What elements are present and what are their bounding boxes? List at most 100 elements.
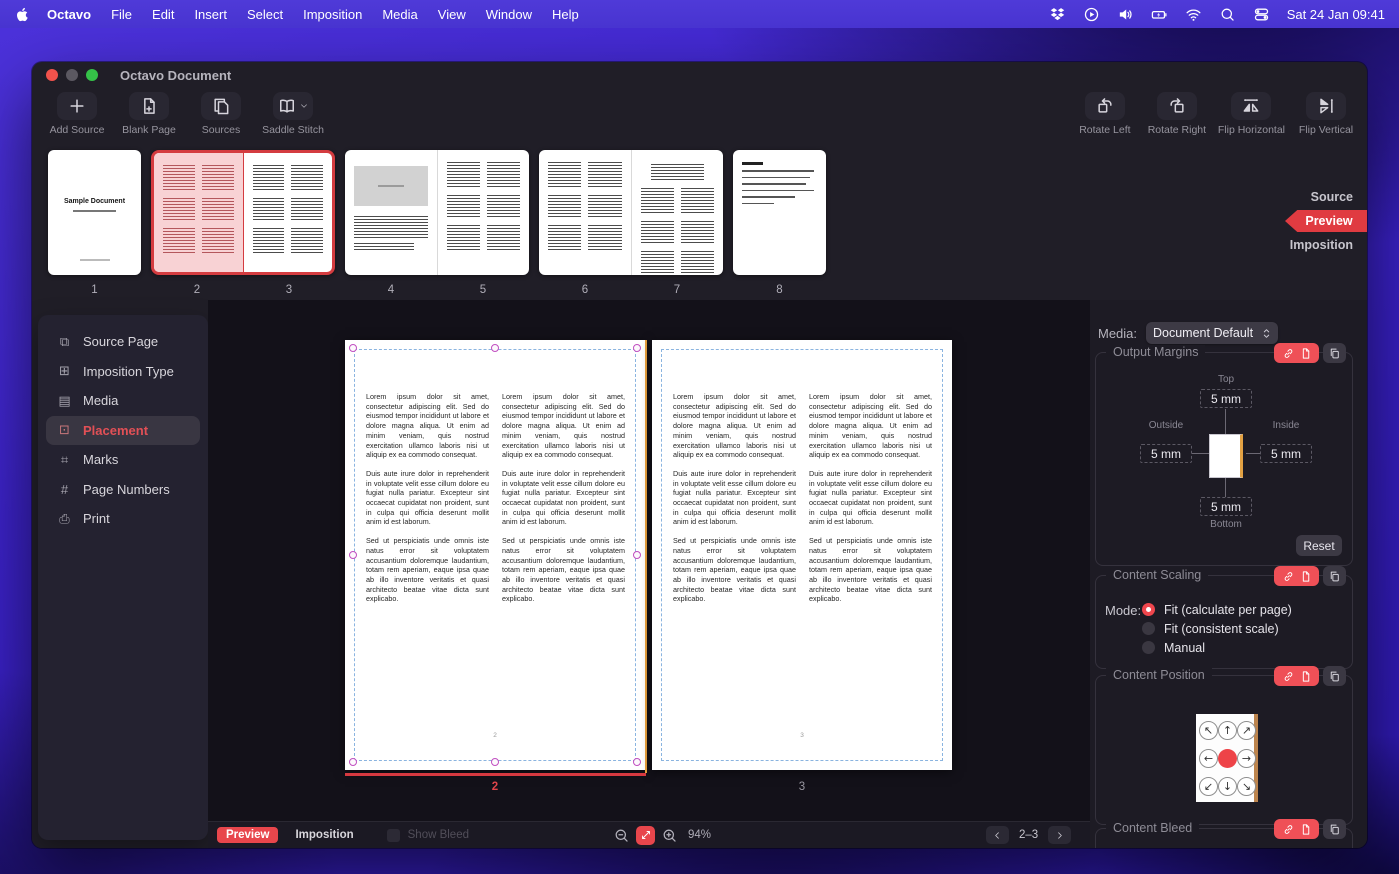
thumbnail-page [345,150,437,275]
menu-item[interactable]: Media [372,7,427,22]
thumbnail[interactable]: 45 [345,150,529,296]
position-down-button[interactable]: ↓ [1218,776,1237,796]
link-pages-toggle[interactable] [1274,666,1319,686]
dropbox-icon[interactable] [1049,6,1066,23]
sidebar-item[interactable]: ⧉ Source Page [46,327,200,357]
copy-settings-button[interactable] [1323,566,1346,586]
toolbar-button[interactable]: Rotate Right [1146,92,1208,146]
zoom-button[interactable] [86,69,98,81]
inside-margin-field[interactable]: 5 mm [1260,444,1312,463]
position-down-left-button[interactable]: ↙ [1199,776,1218,796]
sidebar-item[interactable]: ⌗ Marks [46,445,200,475]
toolbar-button[interactable]: Rotate Left [1074,92,1136,146]
prev-spread-button[interactable] [986,826,1009,844]
toolbar-button[interactable]: Saddle Stitch [262,92,324,146]
copy-settings-button[interactable] [1323,666,1346,686]
selection-handle[interactable] [633,758,641,766]
selection-handle[interactable] [633,344,641,352]
thumbnail[interactable]: Sample Document 1 [48,150,141,296]
view-tab[interactable]: Source [1293,186,1367,208]
text-column: Lorem ipsum dolor sit amet, consectetur … [502,392,625,613]
position-down-right-button[interactable]: ↘ [1237,776,1256,796]
selection-handle[interactable] [349,551,357,559]
group-title: Content Scaling [1106,568,1209,582]
position-left-button[interactable]: ← [1199,748,1218,768]
position-up-left-button[interactable]: ↖ [1199,720,1218,740]
menu-item[interactable]: Edit [142,7,184,22]
copy-settings-button[interactable] [1323,819,1346,839]
position-up-right-button[interactable]: ↗ [1237,720,1256,740]
bottom-margin-field[interactable]: 5 mm [1200,497,1252,516]
play-icon[interactable] [1083,6,1100,23]
app-menu-name[interactable]: Octavo [37,7,101,22]
close-button[interactable] [46,69,58,81]
top-margin-field[interactable]: 5 mm [1200,389,1252,408]
thumbnail-cover-title: Sample Document [63,198,126,205]
menu-item[interactable]: Help [542,7,589,22]
scaling-mode-option[interactable]: Manual [1142,638,1292,657]
thumbnail[interactable]: 23 [151,150,335,296]
menu-item[interactable]: Window [476,7,542,22]
zoom-out-icon[interactable] [613,827,630,844]
toolbar-button[interactable]: Flip Vertical [1295,92,1357,146]
sidebar-item[interactable]: # Page Numbers [46,475,200,505]
position-right-button[interactable]: → [1237,748,1256,768]
thumbnail-strip: Sample Document 1 2 3 4 5 6 7 8 [48,150,826,296]
thumbnail[interactable]: 67 [539,150,723,296]
volume-icon[interactable] [1117,6,1134,23]
zoom-in-icon[interactable] [661,827,678,844]
text-column: Lorem ipsum dolor sit amet, consectetur … [673,392,796,613]
selection-handle[interactable] [349,344,357,352]
view-tab[interactable]: Preview [1285,210,1367,232]
link-pages-toggle[interactable] [1274,819,1319,839]
toolbar-button[interactable]: Blank Page [118,92,180,146]
sidebar-item[interactable]: ⎙ Print [46,504,200,534]
menu-item[interactable]: Insert [184,7,237,22]
inspector-panel: Media: Document Default Output Margins T… [1090,300,1367,848]
selection-handle[interactable] [491,344,499,352]
sidebar-item[interactable]: ▤ Media [46,386,200,416]
scaling-mode-option[interactable]: Fit (calculate per page) [1142,600,1292,619]
minimize-button[interactable] [66,69,78,81]
zoom-fit-button[interactable] [636,825,655,845]
show-bleed-checkbox[interactable] [386,828,400,842]
reset-margins-button[interactable]: Reset [1296,535,1342,556]
battery-icon[interactable] [1151,6,1168,23]
copy-settings-button[interactable] [1323,343,1346,363]
selection-handle[interactable] [349,758,357,766]
sidebar-item[interactable]: ⊞ Imposition Type [46,357,200,387]
source-page-icon: ⧉ [59,333,70,349]
position-center-button[interactable] [1218,748,1237,768]
toolbar-button[interactable]: Add Source [46,92,108,146]
menu-clock[interactable]: Sat 24 Jan 09:41 [1287,7,1385,22]
page-range: 2–3 [1019,829,1039,841]
search-icon[interactable] [1219,6,1236,23]
scaling-mode-option[interactable]: Fit (consistent scale) [1142,619,1292,638]
imposition-mode-button[interactable]: Imposition [286,827,362,843]
next-spread-button[interactable] [1048,826,1072,844]
sidebar-item[interactable]: ⊡ Placement [46,415,200,445]
menu-item[interactable]: File [101,7,142,22]
selection-handle[interactable] [491,758,499,766]
link-pages-toggle[interactable] [1274,343,1319,363]
toolbar-button[interactable]: Flip Horizontal [1218,92,1285,146]
selection-handle[interactable] [633,551,641,559]
toolbar-button[interactable]: Sources [190,92,252,146]
outside-margin-field[interactable]: 5 mm [1140,444,1192,463]
preview-page-left[interactable]: Lorem ipsum dolor sit amet, consectetur … [345,340,647,773]
thumbnail[interactable]: 8 [733,150,826,296]
link-icon [1282,347,1295,360]
wifi-icon[interactable] [1185,6,1202,23]
link-pages-toggle[interactable] [1274,566,1319,586]
preview-page-right[interactable]: Lorem ipsum dolor sit amet, consectetur … [652,340,952,770]
menu-item[interactable]: Imposition [293,7,372,22]
control-center-icon[interactable] [1253,6,1270,23]
title-bar: Octavo Document [32,62,1367,88]
apple-icon[interactable] [14,6,31,23]
position-up-button[interactable]: ↑ [1218,720,1237,740]
menu-item[interactable]: View [428,7,476,22]
preview-mode-button[interactable]: Preview [217,827,279,843]
view-tab[interactable]: Imposition [1272,234,1367,256]
menu-item[interactable]: Select [237,7,293,22]
media-dropdown[interactable]: Document Default [1146,322,1279,344]
